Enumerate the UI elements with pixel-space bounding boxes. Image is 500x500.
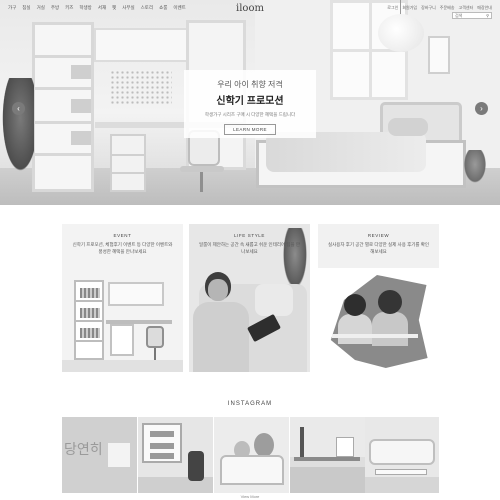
card-person-body bbox=[193, 302, 249, 372]
instagram-table bbox=[375, 469, 427, 475]
hero-shelf-unit bbox=[32, 22, 94, 192]
utility-menu: 로그인 회원가입 장바구니 주문배송 고객센터 매장안내 bbox=[387, 5, 492, 11]
nav-item[interactable]: 스토리 bbox=[141, 5, 153, 11]
instagram-post-text: 당연히 bbox=[64, 442, 103, 458]
instagram-chair bbox=[188, 451, 204, 481]
instagram-post[interactable]: 당연히 bbox=[62, 417, 137, 493]
hero-prev-arrow-icon[interactable]: ‹ bbox=[12, 102, 25, 115]
hero-plant-right bbox=[462, 150, 488, 186]
card-desk-hutch bbox=[108, 282, 164, 306]
nav-item[interactable]: 주방 bbox=[51, 5, 59, 11]
nav-item[interactable]: 가구 bbox=[8, 5, 16, 11]
instagram-floor bbox=[365, 477, 439, 493]
hero-title: 신학기 프로모션 bbox=[216, 96, 284, 107]
card-child-head bbox=[378, 290, 402, 314]
hero-banner[interactable]: 우리 아이 취향 저격 신학기 프로모션 학생가구 시리즈 구매 시 다양한 혜… bbox=[0, 0, 500, 205]
card-child-body bbox=[338, 314, 372, 344]
card-chair-leg bbox=[154, 348, 156, 360]
instagram-frame bbox=[336, 437, 354, 457]
card-chair bbox=[146, 326, 164, 348]
instagram-floor bbox=[290, 467, 365, 493]
hero-chair-leg bbox=[200, 172, 203, 192]
search-input[interactable]: 검색 ⚲ bbox=[452, 12, 492, 19]
card-cushion bbox=[255, 284, 293, 316]
instagram-title: INSTAGRAM bbox=[227, 401, 273, 407]
nav-item[interactable]: 사무실 bbox=[122, 5, 134, 11]
card-description: 실사용자 후기 공간 별로 다양한 실제 사용 후기를 확인해보세요 bbox=[327, 242, 430, 254]
hero-blanket bbox=[266, 132, 426, 172]
main-nav: 가구 침실 거실 주방 키즈 학생방 서재 펫 사무실 스토리 쇼룸 이벤트 bbox=[8, 5, 186, 11]
hero-wall-frame bbox=[428, 36, 450, 74]
card-lifestyle[interactable]: LIFE STYLE 일룸이 제안하는 공간 속 새롭고 쉬운 인테리어 팁을 … bbox=[189, 224, 310, 372]
util-link[interactable]: 고객센터 bbox=[459, 5, 474, 11]
instagram-post[interactable] bbox=[290, 417, 365, 493]
util-link[interactable]: 장바구니 bbox=[421, 5, 436, 11]
card-floor bbox=[62, 360, 183, 372]
card-review[interactable]: REVIEW 실사용자 후기 공간 별로 다양한 실제 사용 후기를 확인해보세… bbox=[318, 224, 439, 372]
instagram-bed bbox=[220, 455, 284, 485]
hero-learn-more-button[interactable]: LEARN MORE bbox=[224, 124, 276, 135]
hero-desk-drawers bbox=[110, 134, 146, 192]
card-description: 신학기 프로모션, 체험후기 이벤트 등 다양한 이벤트와 풍성한 혜택을 만나… bbox=[72, 242, 173, 254]
nav-item[interactable]: 펫 bbox=[112, 5, 116, 11]
page: 우리 아이 취향 저격 신학기 프로모션 학생가구 시리즈 구매 시 다양한 혜… bbox=[0, 0, 500, 500]
card-shelf-illustration bbox=[74, 280, 104, 360]
instagram-paper bbox=[108, 443, 130, 467]
card-desk-drawers bbox=[110, 324, 134, 356]
card-table bbox=[332, 334, 418, 338]
hero-subtitle: 우리 아이 취향 저격 bbox=[217, 80, 283, 89]
instagram-desk bbox=[294, 457, 360, 461]
instagram-post[interactable] bbox=[138, 417, 213, 493]
card-title: LIFE STYLE bbox=[233, 233, 265, 238]
hero-promo-box: 우리 아이 취향 저격 신학기 프로모션 학생가구 시리즈 구매 시 다양한 혜… bbox=[184, 70, 316, 138]
nav-item[interactable]: 거실 bbox=[37, 5, 45, 11]
instagram-gallery: 당연히 bbox=[62, 417, 439, 493]
search-icon[interactable]: ⚲ bbox=[486, 13, 489, 18]
hero-upper-cabinet bbox=[94, 28, 194, 62]
instagram-view-more-link[interactable]: View More bbox=[0, 494, 500, 499]
card-title: REVIEW bbox=[367, 233, 390, 238]
hero-next-arrow-icon[interactable]: › bbox=[475, 102, 488, 115]
search-placeholder: 검색 bbox=[455, 13, 463, 18]
site-header: 가구 침실 거실 주방 키즈 학생방 서재 펫 사무실 스토리 쇼룸 이벤트 i… bbox=[0, 0, 500, 20]
instagram-post[interactable] bbox=[365, 417, 439, 493]
instagram-toy bbox=[254, 433, 274, 457]
nav-item[interactable]: 쇼룸 bbox=[159, 5, 167, 11]
nav-item[interactable]: 침실 bbox=[22, 5, 30, 11]
nav-item[interactable]: 이벤트 bbox=[173, 5, 185, 11]
util-link[interactable]: 회원가입 bbox=[402, 5, 417, 11]
hero-plant-left bbox=[0, 78, 34, 178]
instagram-cabinet bbox=[142, 423, 182, 463]
card-child-body bbox=[372, 312, 408, 346]
nav-item[interactable]: 서재 bbox=[98, 5, 106, 11]
card-person-face bbox=[208, 279, 228, 301]
util-link[interactable]: 주문배송 bbox=[440, 5, 455, 11]
util-link[interactable]: 로그인 bbox=[387, 5, 398, 11]
hero-description: 학생가구 시리즈 구매 시 다양한 혜택을 드립니다 bbox=[204, 112, 296, 117]
nav-item[interactable]: 키즈 bbox=[65, 5, 73, 11]
card-child-head bbox=[344, 294, 366, 316]
card-title: EVENT bbox=[113, 233, 132, 238]
card-description: 일룸이 제안하는 공간 속 새롭고 쉬운 인테리어 팁을 만나보세요 bbox=[198, 242, 301, 254]
instagram-lamp bbox=[300, 427, 304, 457]
util-link[interactable]: 매장안내 bbox=[477, 5, 492, 11]
card-event[interactable]: EVENT 신학기 프로모션, 체험후기 이벤트 등 다양한 이벤트와 풍성한 … bbox=[62, 224, 183, 372]
hero-pillow bbox=[388, 118, 428, 136]
instagram-sofa bbox=[369, 439, 435, 465]
nav-item[interactable]: 학생방 bbox=[79, 5, 91, 11]
site-logo[interactable]: iloom bbox=[230, 3, 270, 14]
instagram-post[interactable] bbox=[214, 417, 289, 493]
hero-pegboard bbox=[110, 70, 172, 104]
